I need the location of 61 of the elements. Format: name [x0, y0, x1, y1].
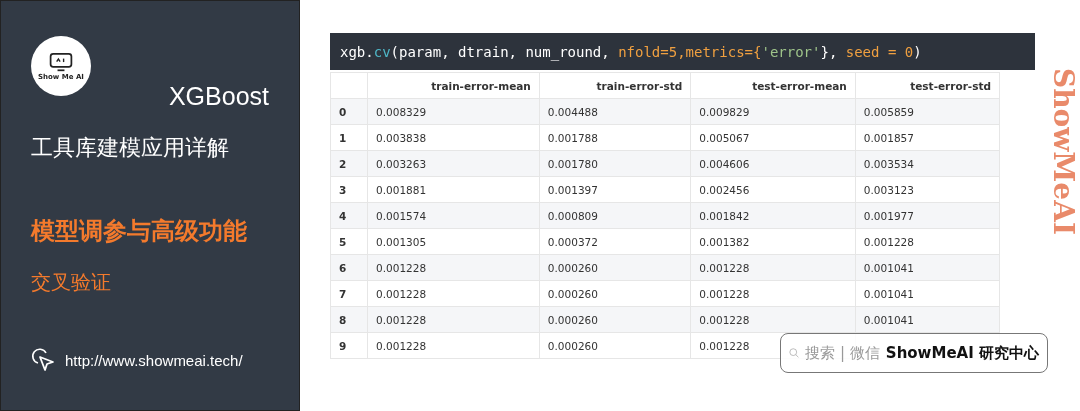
- table-cell: 0.000260: [539, 280, 691, 307]
- cursor-icon: [31, 348, 57, 372]
- table-cell: 0.009829: [690, 98, 856, 125]
- table-cell: 0.001228: [367, 280, 540, 307]
- website-link[interactable]: http://www.showmeai.tech/: [65, 351, 243, 369]
- row-index: 1: [330, 124, 368, 151]
- table-cell: 0.001041: [855, 280, 1000, 307]
- table-cell: 0.003123: [855, 176, 1000, 203]
- table-cell: 0.003263: [367, 150, 540, 177]
- table-cell: 0.001228: [367, 332, 540, 359]
- column-header: test-error-mean: [690, 72, 856, 99]
- table-cell: 0.001977: [855, 202, 1000, 229]
- table-cell: 0.001228: [367, 306, 540, 333]
- table-cell: 0.001857: [855, 124, 1000, 151]
- row-index: 0: [330, 98, 368, 125]
- table-cell: 0.001574: [367, 202, 540, 229]
- row-index: 6: [330, 254, 368, 281]
- topic-heading: 交叉验证: [31, 269, 112, 296]
- row-index: 8: [330, 306, 368, 333]
- table-cell: 0.008329: [367, 98, 540, 125]
- table-cell: 0.000809: [539, 202, 691, 229]
- table-cell: 0.001382: [690, 228, 856, 255]
- column-header: test-error-std: [855, 72, 1000, 99]
- section-heading: 模型调参与高级功能: [31, 216, 248, 247]
- table-cell: 0.001305: [367, 228, 540, 255]
- column-header: train-error-std: [539, 72, 691, 99]
- subtitle: 工具库建模应用详解: [31, 134, 230, 162]
- table-cell: 0.000260: [539, 254, 691, 281]
- robot-icon: [48, 51, 74, 73]
- row-index: 5: [330, 228, 368, 255]
- table-cell: 0.001228: [690, 280, 856, 307]
- row-index: 4: [330, 202, 368, 229]
- table-cell: 0.000260: [539, 332, 691, 359]
- table-cell: 0.003838: [367, 124, 540, 151]
- row-index: 3: [330, 176, 368, 203]
- table-cell: 0.001788: [539, 124, 691, 151]
- table-cell: 0.002456: [690, 176, 856, 203]
- table-cell: 0.004488: [539, 98, 691, 125]
- table-cell: 0.001228: [367, 254, 540, 281]
- row-index: 9: [330, 332, 368, 359]
- table-cell: 0.005067: [690, 124, 856, 151]
- table-cell: 0.004606: [690, 150, 856, 177]
- table-cell: 0.001842: [690, 202, 856, 229]
- table-cell: 0.001041: [855, 254, 1000, 281]
- title: XGBoost: [168, 82, 269, 111]
- table-cell: 0.001228: [690, 254, 856, 281]
- table-cell: 0.001881: [367, 176, 540, 203]
- table-cell: 0.001228: [855, 228, 1000, 255]
- table-cell: 0.001041: [855, 306, 1000, 333]
- table-cell: 0.003534: [855, 150, 1000, 177]
- table-cell: 0.001780: [539, 150, 691, 177]
- column-header: train-error-mean: [367, 72, 540, 99]
- row-index: 2: [330, 150, 368, 177]
- table-cell: 0.005859: [855, 98, 1000, 125]
- table-cell: 0.001397: [539, 176, 691, 203]
- row-index: 7: [330, 280, 368, 307]
- table-cell: 0.001228: [690, 306, 856, 333]
- table-cell: 0.000372: [539, 228, 691, 255]
- account-name: ShowMeAI 研究中心: [885, 343, 1039, 363]
- brand-wordmark: ShowMeAI: [1047, 68, 1080, 235]
- table-cell: 0.000260: [539, 306, 691, 333]
